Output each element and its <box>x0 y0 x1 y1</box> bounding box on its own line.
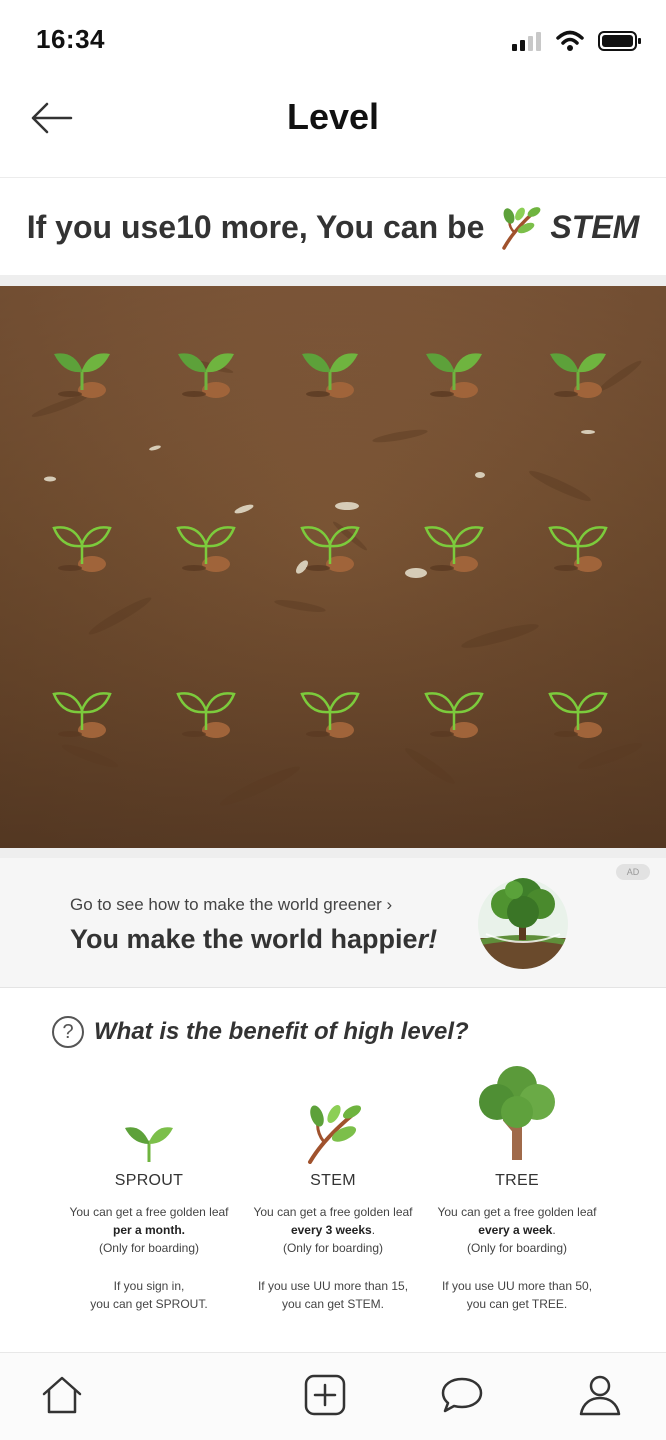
tree-globe-image <box>478 878 568 969</box>
sprout-plant <box>544 344 614 404</box>
question-icon[interactable]: ? <box>52 1016 84 1048</box>
benefit-sprout: SPROUT You can get a free golden leaf pe… <box>56 1060 242 1320</box>
next-level-name: STEM <box>550 208 640 245</box>
benefit-name: STEM <box>310 1172 356 1189</box>
empty-plant-slot <box>172 518 242 578</box>
divider <box>0 848 666 858</box>
empty-plant-slot <box>544 684 614 744</box>
ad-link[interactable]: Go to see how to make the world greener … <box>70 895 392 915</box>
benefit-desc: You can get a free golden leaf every a w… <box>437 1205 597 1255</box>
home-icon <box>42 1376 82 1414</box>
ad-headline: You make the world happier! <box>70 924 438 954</box>
empty-plant-slot <box>296 518 366 578</box>
page-title: Level <box>286 96 380 137</box>
tab-home[interactable] <box>38 1371 86 1419</box>
empty-plant-slot <box>172 684 242 744</box>
sprout-plant <box>420 344 490 404</box>
sprout-plant <box>296 344 366 404</box>
ad-badge: AD <box>616 864 650 880</box>
signal-icon <box>512 32 541 51</box>
battery-icon <box>598 31 641 51</box>
level-hint-text: If you use10 more, You can be <box>26 208 485 245</box>
benefit-desc: You can get a free golden leaf per a mon… <box>69 1205 229 1255</box>
benefit-header: ? What is the benefit of high level? <box>52 1014 469 1050</box>
tab-chat[interactable] <box>438 1371 486 1419</box>
status-icons <box>512 28 642 54</box>
ad-banner[interactable]: AD Go to see how to make the world green… <box>0 858 666 988</box>
divider <box>0 275 666 286</box>
status-time: 16:34 <box>36 24 105 54</box>
nav-bar: Level <box>0 80 666 178</box>
plant-field <box>0 286 666 848</box>
profile-icon <box>579 1375 621 1416</box>
status-bar: 16:34 <box>0 0 666 80</box>
tree-icon <box>479 1066 555 1160</box>
tab-profile[interactable] <box>576 1371 624 1419</box>
empty-plant-slot <box>296 684 366 744</box>
add-icon <box>304 1374 346 1416</box>
wifi-icon <box>556 30 584 51</box>
benefit-condition: If you use UU more than 50, you can get … <box>441 1279 593 1311</box>
tab-add[interactable] <box>301 1371 349 1419</box>
sprout-plant <box>172 344 242 404</box>
level-hint: If you use10 more, You can be STEM <box>0 179 666 275</box>
benefit-stem: STEM You can get a free golden leaf ever… <box>240 1060 426 1320</box>
benefit-title: What is the benefit of high level? <box>94 1018 469 1045</box>
benefit-name: SPROUT <box>114 1172 184 1189</box>
tab-bar <box>0 1352 666 1440</box>
stem-icon <box>502 207 541 250</box>
plant-grid <box>0 286 666 848</box>
empty-plant-slot <box>544 518 614 578</box>
benefit-name: TREE <box>495 1172 539 1189</box>
sprout-icon <box>125 1127 173 1162</box>
benefit-tree: TREE You can get a free golden leaf ever… <box>424 1060 610 1320</box>
benefit-condition: If you sign in, you can get SPROUT. <box>90 1279 208 1311</box>
empty-plant-slot <box>420 684 490 744</box>
benefit-desc: You can get a free golden leaf every 3 w… <box>253 1205 413 1255</box>
stem-icon <box>308 1104 362 1164</box>
empty-plant-slot <box>48 684 118 744</box>
empty-plant-slot <box>48 518 118 578</box>
sprout-plant <box>48 344 118 404</box>
benefit-condition: If you use UU more than 15, you can get … <box>257 1279 409 1311</box>
chat-icon <box>441 1377 483 1413</box>
empty-plant-slot <box>420 518 490 578</box>
